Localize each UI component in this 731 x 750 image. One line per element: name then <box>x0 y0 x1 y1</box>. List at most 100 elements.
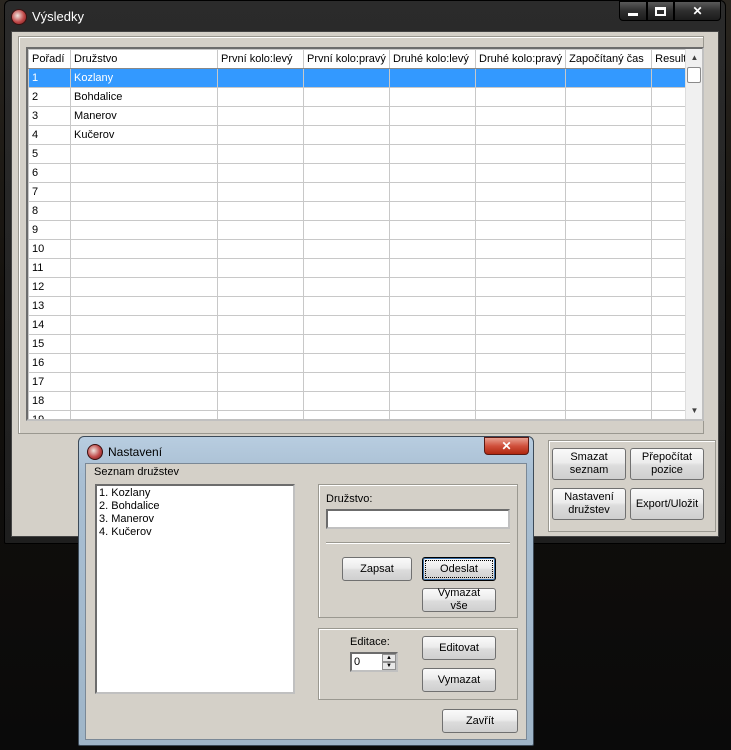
value-cell[interactable] <box>389 182 476 202</box>
value-cell[interactable] <box>565 258 653 278</box>
value-cell[interactable] <box>303 258 390 278</box>
table-row[interactable]: 1 Kozlany <box>28 68 691 88</box>
table-row[interactable]: 3 Manerov <box>28 106 691 126</box>
rank-cell[interactable]: 1 <box>28 68 71 88</box>
value-cell[interactable] <box>474 163 567 183</box>
list-item[interactable]: 2. Bohdalice <box>99 500 291 513</box>
value-cell[interactable] <box>389 201 476 221</box>
value-cell[interactable] <box>217 87 304 107</box>
value-cell[interactable] <box>565 372 653 392</box>
value-cell[interactable] <box>474 258 567 278</box>
team-cell[interactable] <box>70 334 218 354</box>
col-header-r1-right[interactable]: První kolo:pravý <box>303 49 390 69</box>
value-cell[interactable] <box>217 182 304 202</box>
value-cell[interactable] <box>303 353 390 373</box>
value-cell[interactable] <box>474 239 567 259</box>
value-cell[interactable] <box>303 144 390 164</box>
clear-all-button[interactable]: Vymazat vše <box>422 587 496 612</box>
team-cell[interactable] <box>70 258 218 278</box>
value-cell[interactable] <box>474 277 567 297</box>
team-cell[interactable] <box>70 277 218 297</box>
rank-cell[interactable]: 2 <box>28 87 71 107</box>
team-cell[interactable] <box>70 315 218 335</box>
value-cell[interactable] <box>565 239 653 259</box>
list-item[interactable]: 3. Manerov <box>99 513 291 526</box>
value-cell[interactable] <box>474 334 567 354</box>
value-cell[interactable] <box>474 391 567 411</box>
value-cell[interactable] <box>389 296 476 316</box>
value-cell[interactable] <box>474 372 567 392</box>
rank-cell[interactable]: 16 <box>28 353 71 373</box>
value-cell[interactable] <box>303 391 390 411</box>
rank-cell[interactable]: 15 <box>28 334 71 354</box>
table-row[interactable]: 4 Kučerov <box>28 125 691 145</box>
rank-cell[interactable]: 19 <box>28 410 71 419</box>
table-row[interactable]: 17 <box>28 372 691 392</box>
value-cell[interactable] <box>217 315 304 335</box>
value-cell[interactable] <box>565 182 653 202</box>
team-cell[interactable] <box>70 144 218 164</box>
recalc-positions-button[interactable]: Přepočítat pozice <box>630 448 704 480</box>
team-cell[interactable]: Bohdalice <box>70 87 218 107</box>
value-cell[interactable] <box>217 410 304 419</box>
spin-up-icon[interactable]: ▲ <box>382 654 396 662</box>
team-cell[interactable]: Manerov <box>70 106 218 126</box>
value-cell[interactable] <box>389 277 476 297</box>
rank-cell[interactable]: 18 <box>28 391 71 411</box>
value-cell[interactable] <box>474 410 567 419</box>
value-cell[interactable] <box>303 182 390 202</box>
value-cell[interactable] <box>565 220 653 240</box>
dialog-close-button[interactable]: ✕ <box>484 437 529 455</box>
col-header-r2-left[interactable]: Druhé kolo:levý <box>389 49 476 69</box>
value-cell[interactable] <box>565 334 653 354</box>
table-row[interactable]: 16 <box>28 353 691 373</box>
team-cell[interactable]: Kozlany <box>70 68 218 88</box>
rank-cell[interactable]: 10 <box>28 239 71 259</box>
value-cell[interactable] <box>389 163 476 183</box>
spin-down-icon[interactable]: ▼ <box>382 662 396 670</box>
send-button[interactable]: Odeslat <box>422 557 496 581</box>
scroll-up-icon[interactable]: ▲ <box>686 49 702 66</box>
value-cell[interactable] <box>474 87 567 107</box>
value-cell[interactable] <box>217 68 304 88</box>
value-cell[interactable] <box>389 239 476 259</box>
scroll-down-icon[interactable]: ▼ <box>686 402 702 419</box>
value-cell[interactable] <box>389 106 476 126</box>
value-cell[interactable] <box>565 106 653 126</box>
table-row[interactable]: 5 <box>28 144 691 164</box>
value-cell[interactable] <box>303 201 390 221</box>
value-cell[interactable] <box>217 106 304 126</box>
table-row[interactable]: 11 <box>28 258 691 278</box>
table-row[interactable]: 8 <box>28 201 691 221</box>
table-row[interactable]: 6 <box>28 163 691 183</box>
minimize-button[interactable] <box>619 1 647 21</box>
col-header-r1-left[interactable]: První kolo:levý <box>217 49 304 69</box>
value-cell[interactable] <box>217 258 304 278</box>
team-name-input[interactable] <box>326 509 510 529</box>
rank-cell[interactable]: 7 <box>28 182 71 202</box>
value-cell[interactable] <box>217 391 304 411</box>
team-cell[interactable] <box>70 353 218 373</box>
value-cell[interactable] <box>217 277 304 297</box>
table-row[interactable]: 13 <box>28 296 691 316</box>
value-cell[interactable] <box>389 144 476 164</box>
rank-cell[interactable]: 17 <box>28 372 71 392</box>
value-cell[interactable] <box>303 277 390 297</box>
col-header-r2-right[interactable]: Druhé kolo:pravý <box>474 49 567 69</box>
close-button[interactable]: ✕ <box>674 1 721 21</box>
value-cell[interactable] <box>565 296 653 316</box>
table-row[interactable]: 9 <box>28 220 691 240</box>
value-cell[interactable] <box>389 68 476 88</box>
team-cell[interactable]: Kučerov <box>70 125 218 145</box>
value-cell[interactable] <box>303 87 390 107</box>
value-cell[interactable] <box>303 239 390 259</box>
rank-cell[interactable]: 14 <box>28 315 71 335</box>
clear-list-button[interactable]: Smazat seznam <box>552 448 626 480</box>
value-cell[interactable] <box>217 372 304 392</box>
table-row[interactable]: 19 <box>28 410 691 419</box>
value-cell[interactable] <box>565 144 653 164</box>
value-cell[interactable] <box>303 68 390 88</box>
value-cell[interactable] <box>217 144 304 164</box>
value-cell[interactable] <box>217 334 304 354</box>
value-cell[interactable] <box>565 163 653 183</box>
